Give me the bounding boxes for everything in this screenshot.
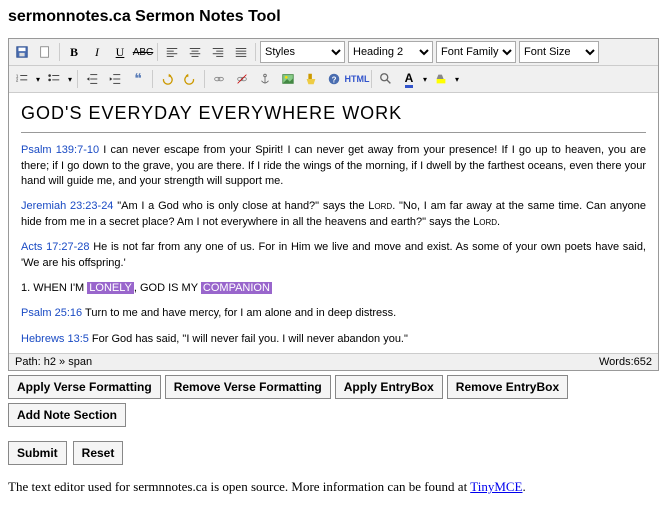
element-path[interactable]: Path: h2 » span xyxy=(15,356,92,368)
help-icon[interactable]: ? xyxy=(323,68,345,90)
image-icon[interactable] xyxy=(277,68,299,90)
blockquote-icon[interactable]: ❝ xyxy=(127,68,149,90)
chevron-down-icon[interactable]: ▾ xyxy=(453,68,461,90)
align-justify-icon[interactable] xyxy=(230,41,252,63)
verse-paragraph: Acts 17:27-28 He is not far from any one… xyxy=(21,240,646,271)
separator xyxy=(59,43,60,61)
fontfamily-select[interactable]: Font Family xyxy=(436,41,516,63)
verse-ref: Hebrews 13:5 xyxy=(21,333,89,345)
footer-text: The text editor used for sermnnotes.ca i… xyxy=(8,479,659,495)
bold-icon[interactable]: B xyxy=(63,41,85,63)
separator xyxy=(152,70,153,88)
svg-text:2: 2 xyxy=(16,78,19,83)
remove-verse-formatting-button[interactable]: Remove Verse Formatting xyxy=(165,375,331,399)
unordered-list-icon[interactable] xyxy=(43,68,65,90)
verse-ref: Acts 17:27-28 xyxy=(21,241,90,253)
verse-paragraph: Jeremiah 23:23-24 "Am I a God who is onl… xyxy=(21,199,646,230)
highlighted-word: COMPANION xyxy=(201,282,272,294)
document-heading: GOD'S EVERYDAY EVERYWHERE WORK xyxy=(21,101,646,126)
anchor-icon[interactable] xyxy=(254,68,276,90)
newdoc-icon[interactable] xyxy=(34,41,56,63)
page-title: sermonnotes.ca Sermon Notes Tool xyxy=(8,8,659,26)
chevron-down-icon[interactable]: ▾ xyxy=(34,68,42,90)
align-right-icon[interactable] xyxy=(207,41,229,63)
separator xyxy=(157,43,158,61)
ordered-list-icon[interactable]: 12 xyxy=(11,68,33,90)
editor-content[interactable]: GOD'S EVERYDAY EVERYWHERE WORK Psalm 139… xyxy=(9,93,658,353)
submit-button[interactable]: Submit xyxy=(8,441,67,465)
chevron-down-icon[interactable]: ▾ xyxy=(421,68,429,90)
undo-icon[interactable] xyxy=(156,68,178,90)
verse-ref: Psalm 139:7-10 xyxy=(21,144,99,156)
separator xyxy=(255,43,256,61)
apply-entrybox-button[interactable]: Apply EntryBox xyxy=(335,375,443,399)
italic-icon[interactable]: I xyxy=(86,41,108,63)
verse-ref: Jeremiah 23:23-24 xyxy=(21,200,113,212)
fill-in-line: 1. WHEN I'M LONELY, GOD IS MY COMPANION xyxy=(21,281,646,296)
chevron-down-icon[interactable]: ▾ xyxy=(66,68,74,90)
toolbar-row-2: 12 ▾ ▾ ❝ ? HTML A ▾ ▾ xyxy=(9,66,658,93)
tinymce-link[interactable]: TinyMCE xyxy=(470,479,522,494)
reset-button[interactable]: Reset xyxy=(73,441,124,465)
align-center-icon[interactable] xyxy=(184,41,206,63)
indent-icon[interactable] xyxy=(104,68,126,90)
highlighted-word: LONELY xyxy=(87,282,134,294)
svg-text:?: ? xyxy=(332,76,337,85)
backcolor-icon[interactable] xyxy=(430,68,452,90)
separator xyxy=(204,70,205,88)
separator xyxy=(77,70,78,88)
word-count: Words:652 xyxy=(599,356,652,368)
apply-verse-formatting-button[interactable]: Apply Verse Formatting xyxy=(8,375,161,399)
strikethrough-icon[interactable]: ABC xyxy=(132,41,154,63)
divider xyxy=(21,132,646,133)
cleanup-icon[interactable] xyxy=(300,68,322,90)
styles-select[interactable]: Styles xyxy=(260,41,345,63)
forecolor-icon[interactable]: A xyxy=(398,68,420,90)
outdent-icon[interactable] xyxy=(81,68,103,90)
add-note-section-button[interactable]: Add Note Section xyxy=(8,403,126,427)
underline-icon[interactable]: U xyxy=(109,41,131,63)
unlink-icon[interactable] xyxy=(231,68,253,90)
form-buttons: Submit Reset xyxy=(8,441,659,465)
verse-ref: Psalm 25:16 xyxy=(21,307,82,319)
statusbar: Path: h2 » span Words:652 xyxy=(9,353,658,370)
verse-paragraph: Hebrews 13:5 For God has said, "I will n… xyxy=(21,332,646,347)
fontsize-select[interactable]: Font Size xyxy=(519,41,599,63)
find-replace-icon[interactable] xyxy=(375,68,397,90)
separator xyxy=(371,70,372,88)
save-icon[interactable] xyxy=(11,41,33,63)
link-icon[interactable] xyxy=(208,68,230,90)
verse-paragraph: Psalm 25:16 Turn to me and have mercy, f… xyxy=(21,306,646,321)
html-icon[interactable]: HTML xyxy=(346,68,368,90)
redo-icon[interactable] xyxy=(179,68,201,90)
editor: B I U ABC Styles Heading 2 Font Family F… xyxy=(8,38,659,371)
remove-entrybox-button[interactable]: Remove EntryBox xyxy=(447,375,568,399)
verse-paragraph: Psalm 139:7-10 I can never escape from y… xyxy=(21,143,646,189)
action-buttons: Apply Verse Formatting Remove Verse Form… xyxy=(8,375,659,427)
align-left-icon[interactable] xyxy=(161,41,183,63)
toolbar-row-1: B I U ABC Styles Heading 2 Font Family F… xyxy=(9,39,658,66)
format-select[interactable]: Heading 2 xyxy=(348,41,433,63)
